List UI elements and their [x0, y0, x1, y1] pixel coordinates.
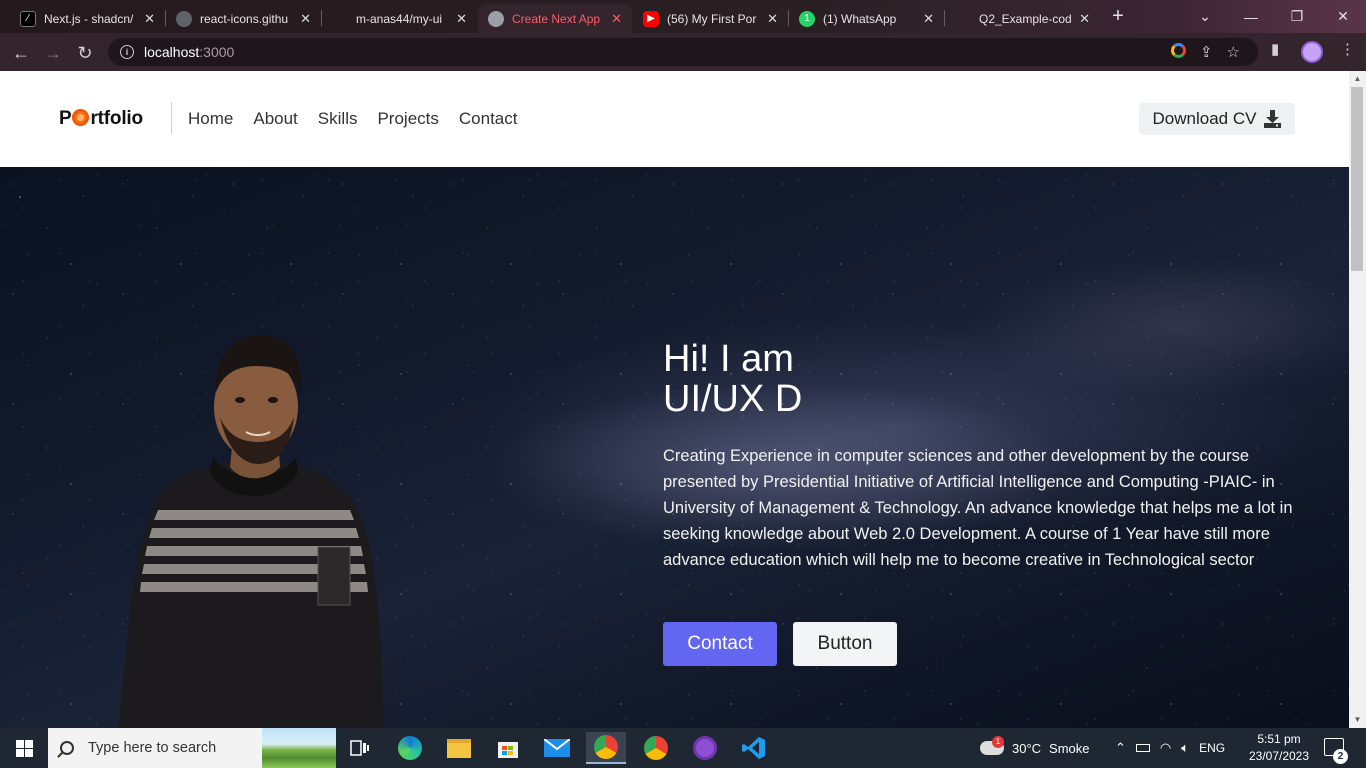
- tab-react-icons[interactable]: react-icons.githu ✕: [166, 4, 321, 33]
- nav-link-projects[interactable]: Projects: [377, 109, 438, 129]
- nav-link-home[interactable]: Home: [188, 109, 233, 129]
- address-bar[interactable]: i localhost:3000 ⇪ ☆: [108, 38, 1258, 66]
- hero-buttons: Contact Button: [663, 622, 897, 666]
- nav-link-about[interactable]: About: [253, 109, 297, 129]
- mail-icon[interactable]: [537, 732, 577, 764]
- close-window-button[interactable]: ✕: [1320, 0, 1366, 33]
- browser-tab-strip: ⁄ Next.js - shadcn/ ✕ react-icons.githu …: [0, 0, 1366, 33]
- language-indicator[interactable]: ENG: [1199, 741, 1225, 755]
- chrome-menu-icon[interactable]: ⋮: [1340, 40, 1355, 58]
- close-tab-icon[interactable]: ✕: [144, 11, 155, 27]
- profile-avatar[interactable]: [1301, 41, 1323, 63]
- hero-section: Hi! I am UI/UX D Creating Experience in …: [0, 167, 1349, 728]
- scrollbar-thumb[interactable]: [1351, 87, 1363, 271]
- main-nav: Home About Skills Projects Contact: [188, 109, 517, 129]
- globe-icon: [176, 10, 192, 27]
- vscode-icon[interactable]: [734, 732, 774, 764]
- scroll-down-arrow-icon[interactable]: ▼: [1349, 712, 1366, 728]
- nav-link-contact[interactable]: Contact: [459, 109, 518, 129]
- profile-photo: [118, 334, 383, 728]
- google-lens-icon[interactable]: [1170, 43, 1186, 58]
- tab-nextjs-shadcn[interactable]: ⁄ Next.js - shadcn/ ✕: [10, 4, 165, 33]
- github-icon: [332, 11, 348, 27]
- nav-link-skills[interactable]: Skills: [318, 109, 358, 129]
- windows-taskbar: Type here to search 1 30°C Smoke ⌃ ◠ 🔈︎: [0, 728, 1366, 768]
- battery-icon[interactable]: [1135, 744, 1150, 752]
- globe-icon: [488, 10, 504, 27]
- hero-title: Hi! I am UI/UX D: [663, 339, 1293, 419]
- site-info-icon[interactable]: i: [120, 45, 134, 59]
- logo-circle-icon: [72, 109, 90, 126]
- browser-toolbar: ← → ↻ i localhost:3000 ⇪ ☆ ▮ ⋮: [0, 33, 1366, 71]
- close-tab-icon[interactable]: ✕: [611, 11, 622, 27]
- github-desktop-icon[interactable]: [685, 732, 725, 764]
- clock-date: 23/07/2023: [1248, 749, 1310, 763]
- back-button[interactable]: ←: [8, 40, 34, 66]
- edge-icon[interactable]: [390, 732, 430, 764]
- nav-divider: [171, 102, 172, 134]
- start-button[interactable]: [0, 728, 48, 768]
- close-tab-icon[interactable]: ✕: [923, 11, 934, 27]
- restore-button[interactable]: ❐: [1274, 0, 1320, 33]
- hero-title-line1: Hi! I am: [663, 338, 794, 380]
- new-tab-button[interactable]: +: [1106, 5, 1130, 29]
- wifi-icon[interactable]: ◠: [1160, 740, 1171, 756]
- bookmark-star-icon[interactable]: ☆: [1227, 43, 1240, 61]
- hero-title-line2: UI/UX D: [663, 378, 803, 420]
- windows-logo-icon: [15, 739, 33, 757]
- weather-widget[interactable]: 1 30°C Smoke: [980, 728, 1090, 768]
- share-icon[interactable]: ⇪: [1200, 43, 1213, 61]
- chevron-up-icon[interactable]: ⌃: [1115, 740, 1126, 756]
- chrome-icon[interactable]: [586, 732, 626, 764]
- system-tray: ⌃ ◠ 🔈︎ ENG: [1115, 728, 1225, 768]
- download-cv-label: Download CV: [1152, 109, 1257, 128]
- download-icon: [1264, 110, 1282, 128]
- search-highlight-image: [262, 728, 336, 768]
- close-tab-icon[interactable]: ✕: [456, 11, 467, 27]
- store-icon[interactable]: [488, 732, 528, 764]
- secondary-button[interactable]: Button: [793, 622, 897, 666]
- github-icon: [955, 11, 971, 27]
- notification-count-badge: 2: [1333, 749, 1348, 764]
- hero-content: Hi! I am UI/UX D Creating Experience in …: [663, 339, 1293, 573]
- scroll-up-arrow-icon[interactable]: ▲: [1349, 71, 1366, 87]
- file-explorer-icon[interactable]: [439, 732, 479, 764]
- url-host: localhost: [144, 44, 200, 60]
- weather-badge: 1: [992, 736, 1004, 748]
- hero-description: Creating Experience in computer sciences…: [663, 447, 1293, 569]
- tab-my-ui-repo[interactable]: m-anas44/my-ui ✕: [322, 4, 477, 33]
- forward-button[interactable]: →: [40, 40, 66, 66]
- whatsapp-icon: 1: [799, 10, 815, 27]
- page-scrollbar[interactable]: ▲ ▼: [1349, 71, 1366, 728]
- url-port: :3000: [199, 44, 235, 60]
- minimize-button[interactable]: —: [1228, 0, 1274, 33]
- close-tab-icon[interactable]: ✕: [1079, 11, 1090, 27]
- side-panel-icon[interactable]: ▮: [1271, 40, 1279, 58]
- download-cv-button[interactable]: Download CV: [1139, 103, 1295, 135]
- close-tab-icon[interactable]: ✕: [767, 11, 778, 27]
- reload-button[interactable]: ↻: [72, 40, 98, 66]
- taskbar-clock[interactable]: 5:51 pm 23/07/2023: [1244, 731, 1314, 765]
- tab-youtube[interactable]: ▶ (56) My First Por ✕: [633, 4, 788, 33]
- tab-create-next-app[interactable]: Create Next App ✕: [478, 4, 632, 33]
- youtube-icon: ▶: [643, 10, 659, 27]
- contact-button[interactable]: Contact: [663, 622, 777, 666]
- close-tab-icon[interactable]: ✕: [300, 11, 311, 27]
- chrome-profile-icon[interactable]: [636, 732, 676, 764]
- site-header: Prtfolio Home About Skills Projects Cont…: [0, 71, 1349, 167]
- taskbar-search-input[interactable]: Type here to search: [48, 728, 336, 768]
- tab-q2-example[interactable]: Q2_Example-cod ✕: [945, 4, 1100, 33]
- volume-icon[interactable]: 🔈︎: [1181, 740, 1189, 756]
- tab-search-icon[interactable]: ⌄: [1182, 0, 1228, 33]
- site-logo[interactable]: Prtfolio: [59, 108, 143, 130]
- search-icon: [60, 741, 74, 755]
- task-view-icon[interactable]: [340, 732, 380, 764]
- nextjs-icon: ⁄: [20, 10, 36, 27]
- clock-time: 5:51 pm: [1257, 732, 1301, 746]
- tab-whatsapp[interactable]: 1 (1) WhatsApp ✕: [789, 4, 944, 33]
